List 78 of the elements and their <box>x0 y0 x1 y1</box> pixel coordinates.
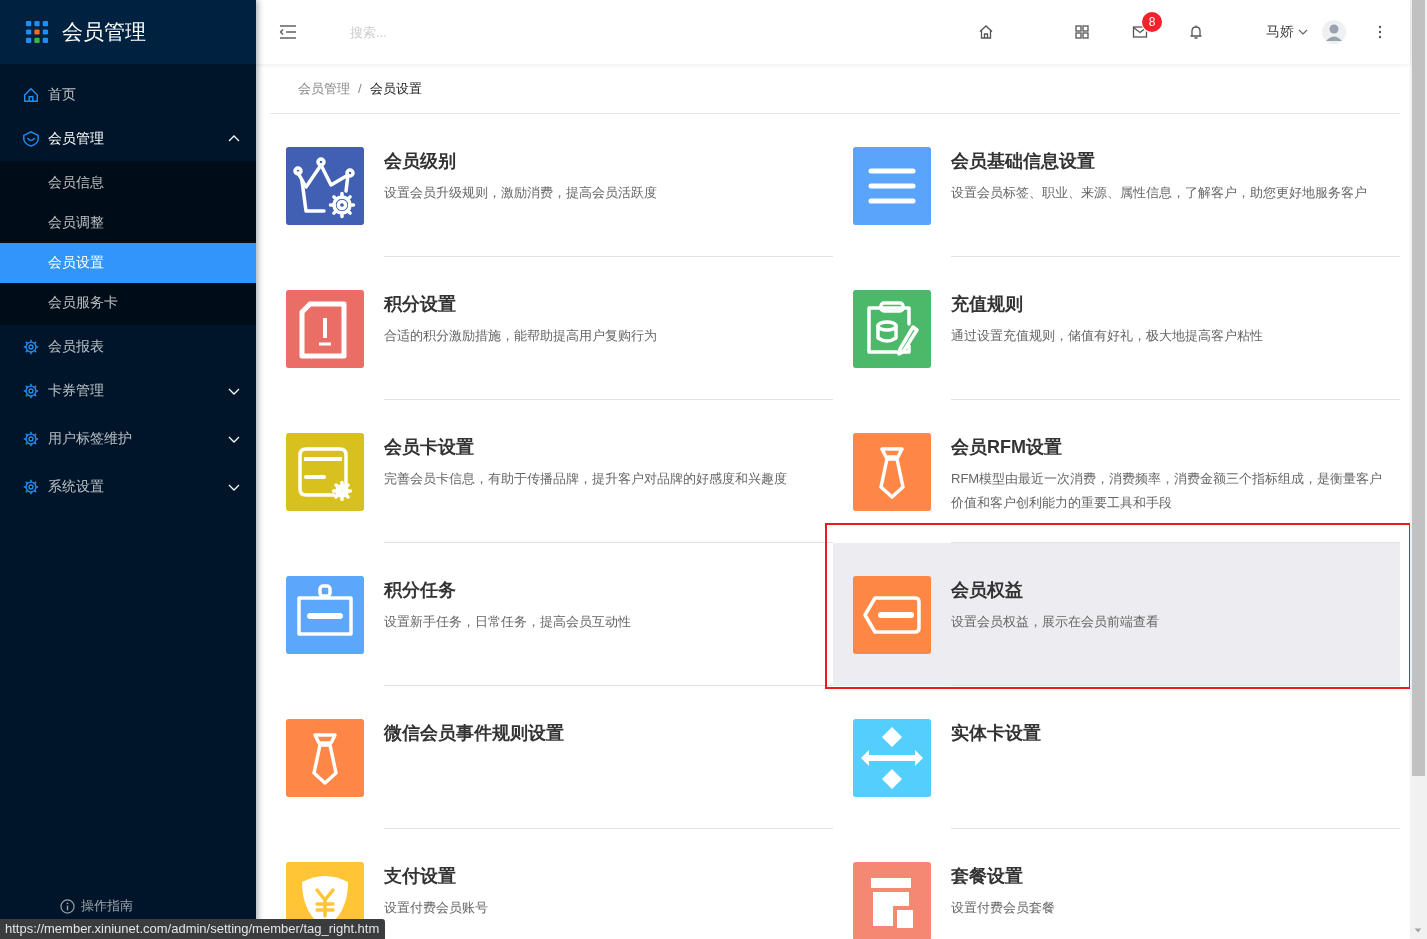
setting-card[interactable]: 会员权益 设置会员权益，展示在会员前端查看 <box>833 543 1400 686</box>
crown-gear-icon[interactable] <box>286 147 364 225</box>
setting-card[interactable]: 会员RFM设置 RFM模型由最近一次消费，消费频率，消费金额三个指标组成，是衡量客户价值和客户创利能力的重要工具和手段 <box>833 400 1400 543</box>
document-icon[interactable] <box>286 290 364 368</box>
submenu-item[interactable]: 会员信息 <box>0 163 256 203</box>
tag-icon[interactable] <box>853 576 931 654</box>
boxes-icon[interactable] <box>853 862 931 939</box>
setting-title[interactable]: 实体卡设置 <box>951 721 1400 745</box>
setting-title[interactable]: 套餐设置 <box>951 864 1400 888</box>
setting-description: 设置会员标签、职业、来源、属性信息，了解客户，助您更好地服务客户 <box>951 184 1368 202</box>
caret-down-icon[interactable] <box>1298 27 1308 37</box>
sidebar-item[interactable]: 会员报表 <box>0 325 256 369</box>
setting-title[interactable]: 积分任务 <box>384 578 833 602</box>
breadcrumb-item: 会员设置 <box>369 79 422 98</box>
user-name[interactable]: 马娇 <box>1266 23 1294 41</box>
scrollbar-thumb[interactable] <box>1412 0 1425 776</box>
setting-description: 通过设置充值规则，储值有好礼，极大地提高客户粘性 <box>951 327 1264 345</box>
gear-icon <box>22 382 40 400</box>
info-icon <box>60 898 75 914</box>
setting-title[interactable]: 会员卡设置 <box>384 435 833 459</box>
breadcrumb-separator: / <box>358 81 362 96</box>
setting-description: 设置会员升级规则，激励消费，提高会员活跃度 <box>384 184 658 202</box>
sidebar-item[interactable]: 会员管理 <box>0 117 256 161</box>
setting-card[interactable]: 会员级别 设置会员升级规则，激励消费，提高会员活跃度 <box>266 114 833 257</box>
setting-card[interactable]: 套餐设置 设置付费会员套餐 <box>833 829 1400 939</box>
status-url: https://member.xiniunet.com/admin/setting/member/tag_right.htm <box>0 919 386 939</box>
setting-description: 设置会员权益，展示在会员前端查看 <box>951 613 1160 631</box>
setting-title[interactable]: 微信会员事件规则设置 <box>384 721 833 745</box>
setting-title[interactable]: 会员权益 <box>951 578 1400 602</box>
submenu-item[interactable]: 会员调整 <box>0 203 256 243</box>
home-icon[interactable] <box>978 24 994 40</box>
sidebar-item[interactable]: 卡券管理 <box>0 369 256 413</box>
grid-icon[interactable] <box>1074 24 1090 40</box>
avatar-icon[interactable] <box>1322 20 1346 44</box>
shield-icon <box>22 130 40 148</box>
setting-card[interactable]: 充值规则 通过设置充值规则，储值有好礼，极大地提高客户粘性 <box>833 257 1400 400</box>
card-gear-icon[interactable] <box>286 433 364 511</box>
menu-fold-icon[interactable] <box>278 22 298 42</box>
app-title: 会员管理 <box>62 19 146 45</box>
setting-title[interactable]: 积分设置 <box>384 292 833 316</box>
setting-title[interactable]: 充值规则 <box>951 292 1400 316</box>
setting-description: 设置付费会员账号 <box>384 899 489 917</box>
setting-description: 设置新手任务，日常任务，提高会员互动性 <box>384 613 632 631</box>
setting-description: 完善会员卡信息，有助于传播品牌，提升客户对品牌的好感度和兴趣度 <box>384 470 788 488</box>
tie-icon[interactable] <box>853 433 931 511</box>
gear-icon <box>22 478 40 496</box>
gear-icon <box>22 430 40 448</box>
sidebar-item[interactable]: 系统设置 <box>0 465 256 509</box>
setting-title[interactable]: 会员基础信息设置 <box>951 149 1400 173</box>
setting-title[interactable]: 会员级别 <box>384 149 833 173</box>
arrows-icon[interactable] <box>853 719 931 797</box>
scroll-down-icon[interactable] <box>1414 926 1422 934</box>
setting-description: RFM模型由最近一次消费，消费频率，消费金额三个指标组成，是衡量客户价值和客户创利能力的重要工具和手段 <box>951 470 1384 512</box>
bell-icon[interactable] <box>1188 24 1204 40</box>
app-grid-icon <box>26 21 48 43</box>
setting-card[interactable]: 实体卡设置 <box>833 686 1400 829</box>
setting-card[interactable]: 会员卡设置 完善会员卡信息，有助于传播品牌，提升客户对品牌的好感度和兴趣度 <box>266 400 833 543</box>
guide-link[interactable]: 操作指南 <box>81 897 133 915</box>
setting-title[interactable]: 会员RFM设置 <box>951 435 1400 459</box>
sidebar-item[interactable]: 首页 <box>0 73 256 117</box>
breadcrumb-item[interactable]: 会员管理 <box>298 79 350 98</box>
submenu-item[interactable]: 会员服务卡 <box>0 283 256 323</box>
setting-card[interactable]: 积分设置 合适的积分激励措施，能帮助提高用户复购行为 <box>266 257 833 400</box>
setting-card[interactable]: 微信会员事件规则设置 <box>266 686 833 829</box>
tie-icon[interactable] <box>286 719 364 797</box>
home-icon <box>22 86 40 104</box>
notification-badge: 8 <box>1142 12 1162 32</box>
badge-icon[interactable] <box>286 576 364 654</box>
mail-icon[interactable] <box>1132 24 1148 40</box>
sidebar-item[interactable]: 用户标签维护 <box>0 417 256 461</box>
setting-title[interactable]: 支付设置 <box>384 864 833 888</box>
setting-card[interactable]: 积分任务 设置新手任务，日常任务，提高会员互动性 <box>266 543 833 686</box>
setting-card[interactable]: 会员基础信息设置 设置会员标签、职业、来源、属性信息，了解客户，助您更好地服务客户 <box>833 114 1400 257</box>
setting-description: 设置付费会员套餐 <box>951 899 1056 917</box>
clipboard-coins-icon[interactable] <box>853 290 931 368</box>
setting-description: 合适的积分激励措施，能帮助提高用户复购行为 <box>384 327 658 345</box>
menu-lines-icon[interactable] <box>853 147 931 225</box>
gear-icon <box>22 338 40 356</box>
